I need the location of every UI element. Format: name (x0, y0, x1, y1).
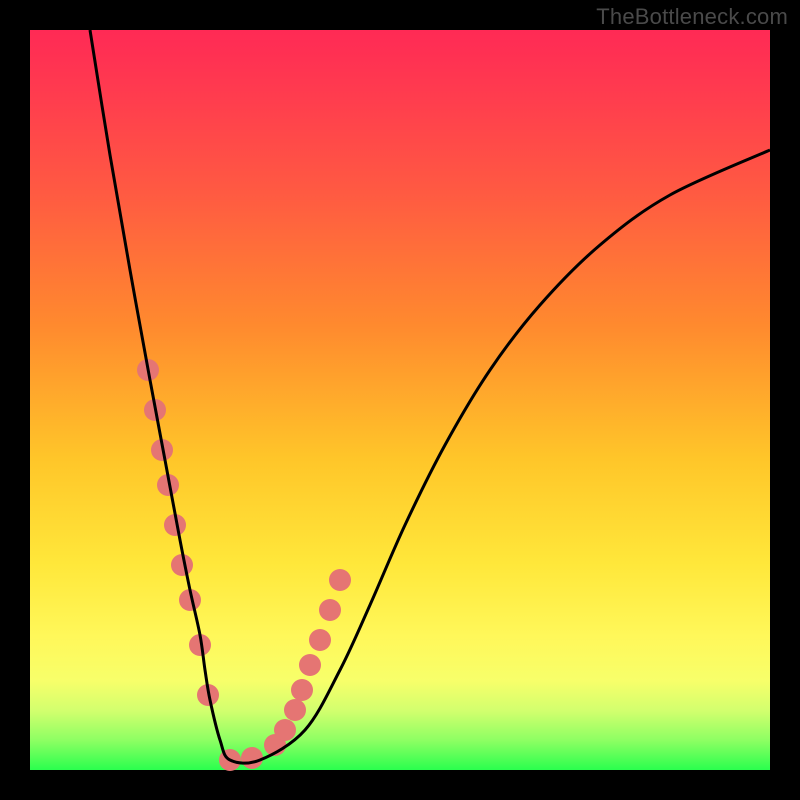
overlay-dot (284, 699, 306, 721)
overlay-dot (274, 719, 296, 741)
overlay-dot (241, 747, 263, 769)
overlay-dot (299, 654, 321, 676)
overlay-dot (319, 599, 341, 621)
curve-layer (30, 30, 770, 770)
overlay-dot (329, 569, 351, 591)
attribution-text: TheBottleneck.com (596, 4, 788, 30)
outer-frame: TheBottleneck.com (0, 0, 800, 800)
bottleneck-curve (90, 30, 770, 763)
overlay-dot (291, 679, 313, 701)
overlay-dot (309, 629, 331, 651)
